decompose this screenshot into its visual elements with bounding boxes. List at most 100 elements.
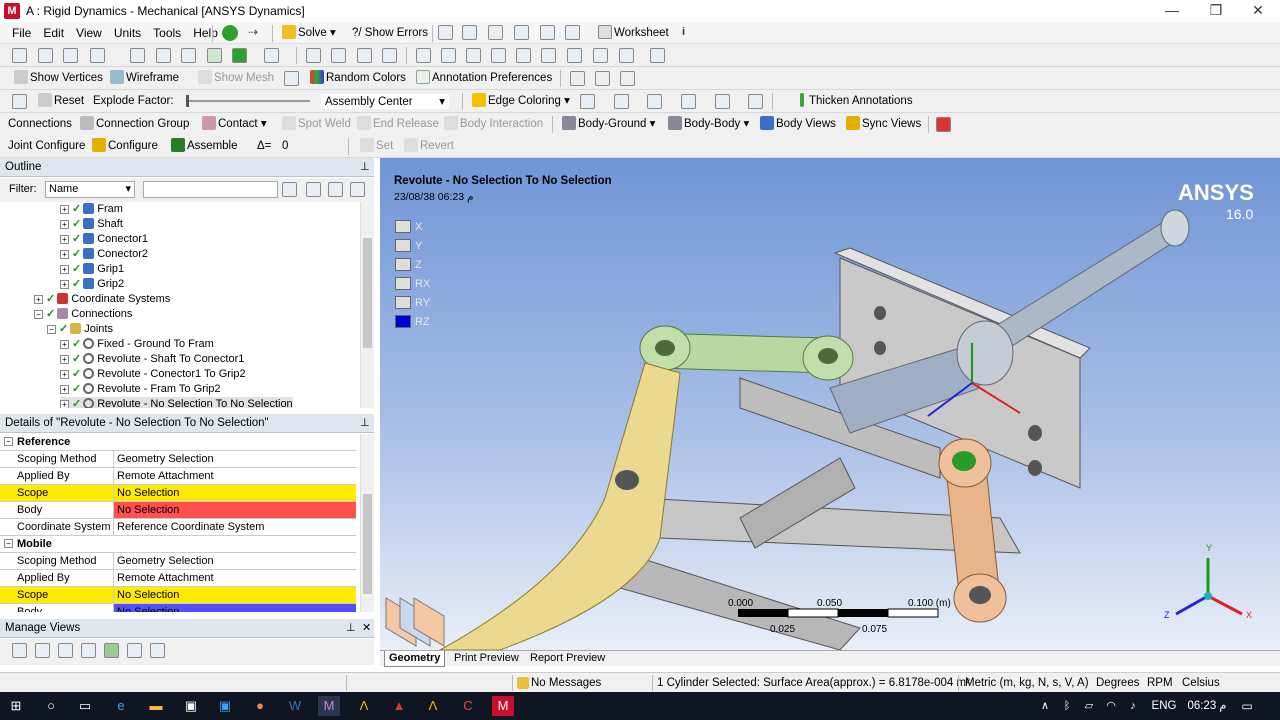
delta-input[interactable]: 0 [282, 138, 344, 155]
edge-style5-icon[interactable] [715, 94, 730, 109]
menu-edit[interactable]: Edit [37, 22, 70, 44]
solve-button[interactable]: Solve ▾ [282, 25, 336, 42]
task-view-icon[interactable]: ▭ [74, 696, 96, 716]
file-explorer-icon[interactable]: ▬ [145, 696, 167, 716]
set-view-icon[interactable] [593, 48, 608, 63]
chart-icon[interactable] [462, 25, 477, 40]
dim3-icon[interactable] [620, 71, 635, 86]
tree-item[interactable]: − ✓ Joints [47, 322, 113, 337]
export-view-icon[interactable] [127, 643, 142, 658]
show-mesh-button[interactable]: Show Mesh [198, 70, 274, 87]
axes-icon[interactable] [284, 71, 299, 86]
zoom-out-icon[interactable] [491, 48, 506, 63]
edge-style2-icon[interactable] [614, 94, 629, 109]
expand-icon[interactable]: + [60, 400, 69, 408]
details-group-row[interactable]: − Reference [0, 434, 356, 451]
explode-slider[interactable] [186, 100, 310, 102]
delete-icon[interactable] [936, 117, 951, 132]
windows-start-icon[interactable]: ⊞ [5, 696, 27, 716]
zoom-fit-icon[interactable] [416, 48, 431, 63]
details-row[interactable]: Applied By Remote Attachment [0, 570, 356, 587]
graphics-viewport[interactable]: Revolute - No Selection To No Selection … [380, 158, 1280, 650]
tree-item[interactable]: + ✓ Revolute - Shaft To Conector1 [60, 352, 244, 367]
expand-icon[interactable]: + [60, 370, 69, 379]
body-ground-button[interactable]: Body-Ground ▾ [562, 116, 655, 133]
restore-button[interactable]: ❐ [1194, 0, 1238, 22]
pan-icon[interactable] [331, 48, 346, 63]
details-scroll-thumb[interactable] [363, 494, 372, 594]
chrome-icon[interactable]: ● [249, 696, 271, 716]
body-views-button[interactable]: Body Views [760, 116, 836, 133]
assembly-center-select[interactable]: Assembly Center ▾ [320, 93, 450, 110]
explode-slider-thumb[interactable] [186, 95, 189, 107]
probe-tree-icon[interactable] [514, 25, 529, 40]
close-icon[interactable]: ✕ [362, 621, 371, 634]
details-value[interactable]: No Selection [113, 502, 356, 518]
tree-item[interactable]: − ✓ Connections [34, 307, 132, 322]
filter-search-input[interactable] [143, 181, 278, 198]
search-icon[interactable]: ○ [40, 696, 62, 716]
filter-select[interactable]: Name ▾ [45, 181, 135, 198]
zoom-icon[interactable] [357, 48, 372, 63]
tree-item[interactable]: + ✓ Coordinate Systems [34, 292, 170, 307]
details-row[interactable]: Applied By Remote Attachment [0, 468, 356, 485]
revert-button[interactable]: Revert [404, 138, 454, 155]
details-value[interactable]: Remote Attachment [113, 468, 356, 484]
edge-style4-icon[interactable] [681, 94, 696, 109]
iso-view-icon[interactable] [567, 48, 582, 63]
ansys-icon-2[interactable]: Λ [422, 696, 444, 716]
magnifier-icon[interactable] [466, 48, 481, 63]
bluetooth-icon[interactable]: ᛒ [1056, 696, 1078, 716]
pdf-icon[interactable]: ▲ [388, 696, 410, 716]
mechanical-icon[interactable]: M [318, 696, 340, 716]
expand-icon[interactable]: + [34, 295, 43, 304]
details-group-row[interactable]: − Mobile [0, 536, 356, 553]
apply-view-icon[interactable] [58, 643, 73, 658]
details-value[interactable]: No Selection [113, 485, 356, 501]
details-value[interactable]: Reference Coordinate System [113, 519, 356, 535]
dim1-icon[interactable] [570, 71, 585, 86]
edge-style6-icon[interactable] [748, 94, 763, 109]
tree-item[interactable]: + ✓ Revolute - Conector1 To Grip2 [60, 367, 246, 382]
pin-icon[interactable]: ⊥ [346, 621, 356, 634]
edge-select-icon[interactable] [181, 48, 196, 63]
expand-icon[interactable]: + [60, 355, 69, 364]
tree-item[interactable]: + ✓ Grip2 [60, 277, 124, 292]
tree-item[interactable]: + ✓ Revolute - Fram To Grip2 [60, 382, 221, 397]
refresh-icon[interactable] [282, 182, 297, 197]
check-icon[interactable] [222, 25, 238, 41]
tree-item[interactable]: + ✓ Conector2 [60, 247, 148, 262]
wifi-icon[interactable]: ◠ [1100, 696, 1122, 716]
word-icon[interactable]: W [284, 696, 306, 716]
outline-scrollbar[interactable] [360, 202, 374, 408]
end-release-button[interactable]: End Release [357, 116, 439, 133]
expand-icon[interactable]: + [60, 280, 69, 289]
expand-icon[interactable]: + [60, 385, 69, 394]
copy-view-icon[interactable] [150, 643, 165, 658]
notifications-icon[interactable]: ▭ [1236, 696, 1258, 716]
details-row[interactable]: Body No Selection [0, 604, 356, 612]
sync-views-button[interactable]: Sync Views [846, 116, 921, 133]
tree-item[interactable]: + ✓ Fixed - Ground To Fram [60, 337, 214, 352]
contact-button[interactable]: Contact ▾ [202, 116, 267, 133]
store-icon[interactable]: ▣ [180, 696, 202, 716]
annotation-preferences-button[interactable]: Annotation Preferences [416, 70, 552, 87]
details-row[interactable]: Coordinate System Reference Coordinate Sy… [0, 519, 356, 536]
expand-icon[interactable]: + [60, 205, 69, 214]
delete-view-icon[interactable] [35, 643, 50, 658]
details-value[interactable]: Geometry Selection [113, 553, 356, 569]
tree-item[interactable]: + ✓ Grip1 [60, 262, 124, 277]
tab-print-preview[interactable]: Print Preview [450, 651, 523, 667]
connections-button[interactable]: Connections [8, 116, 72, 133]
viewport-layout-icon[interactable] [650, 48, 665, 63]
body-body-button[interactable]: Body-Body ▾ [668, 116, 749, 133]
app-icon-red[interactable]: C [457, 696, 479, 716]
select-cursor-icon[interactable] [12, 48, 27, 63]
image-icon[interactable] [565, 25, 580, 40]
tree-item[interactable]: + ✓ Conector1 [60, 232, 148, 247]
spot-weld-button[interactable]: Spot Weld [282, 116, 351, 133]
random-colors-button[interactable]: Random Colors [310, 70, 406, 87]
configure-button[interactable]: Configure [92, 138, 158, 155]
reset-button[interactable]: Reset [38, 93, 84, 110]
body-select-icon[interactable] [232, 48, 247, 63]
